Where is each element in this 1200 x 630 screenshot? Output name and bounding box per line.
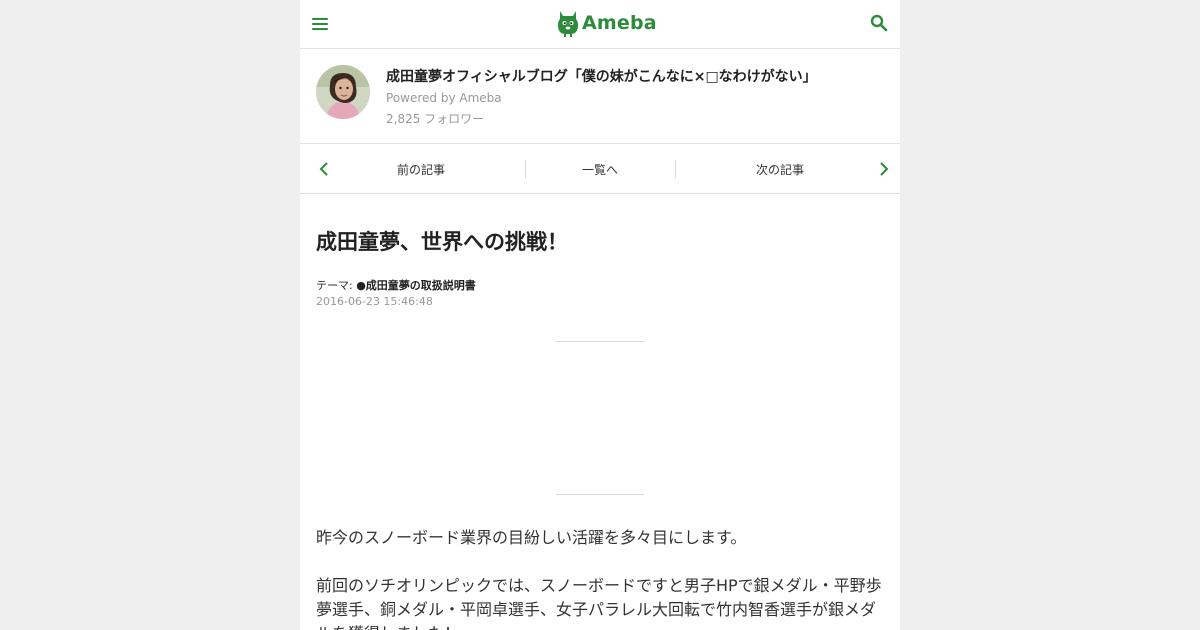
- ameba-mascot-icon: [558, 11, 578, 37]
- nav-divider: [675, 160, 676, 178]
- hamburger-menu-icon[interactable]: [312, 14, 328, 34]
- article-navigation: 前の記事 一覧へ 次の記事: [300, 144, 900, 194]
- chevron-right-icon[interactable]: [875, 161, 891, 177]
- ameba-logo[interactable]: Ameba: [557, 8, 657, 38]
- article-list-link[interactable]: 一覧へ: [582, 161, 618, 178]
- follower-count[interactable]: 2,825 フォロワー: [386, 110, 484, 127]
- page: Ameba 成田童夢オフィシャルブログ「僕の妹がこんなに×□なわけがない」 Po…: [300, 0, 900, 630]
- next-article-link[interactable]: 次の記事: [756, 161, 804, 178]
- theme-prefix: テーマ:: [316, 279, 357, 292]
- post-date: 2016-06-23 15:46:48: [316, 295, 433, 308]
- theme-link[interactable]: ●成田童夢の取扱説明書: [356, 279, 476, 292]
- ad-slot: [316, 348, 884, 488]
- search-icon[interactable]: [870, 14, 890, 34]
- blog-title[interactable]: 成田童夢オフィシャルブログ「僕の妹がこんなに×□なわけがない」: [386, 66, 817, 86]
- article-paragraph: 昨今のスノーボード業界の目紛しい活躍を多々目にします。: [316, 528, 747, 547]
- ad-divider-top: [556, 341, 644, 342]
- prev-article-link[interactable]: 前の記事: [397, 161, 445, 178]
- logo-text: Ameba: [582, 12, 657, 34]
- powered-by-label: Powered by Ameba: [386, 91, 502, 105]
- chevron-left-icon[interactable]: [317, 161, 333, 177]
- blog-info: 成田童夢オフィシャルブログ「僕の妹がこんなに×□なわけがない」 Powered …: [300, 49, 900, 144]
- article-paragraph: 前回のソチオリンピックでは、スノーボードですと男子HPで銀メダル・平野歩夢選手、…: [316, 576, 882, 630]
- article-theme: テーマ: ●成田童夢の取扱説明書: [316, 277, 476, 293]
- article-title: 成田童夢、世界への挑戦！: [316, 230, 568, 254]
- nav-divider: [525, 160, 526, 178]
- avatar[interactable]: [316, 65, 370, 119]
- ad-divider-bottom: [556, 494, 644, 495]
- app-header: Ameba: [300, 0, 900, 49]
